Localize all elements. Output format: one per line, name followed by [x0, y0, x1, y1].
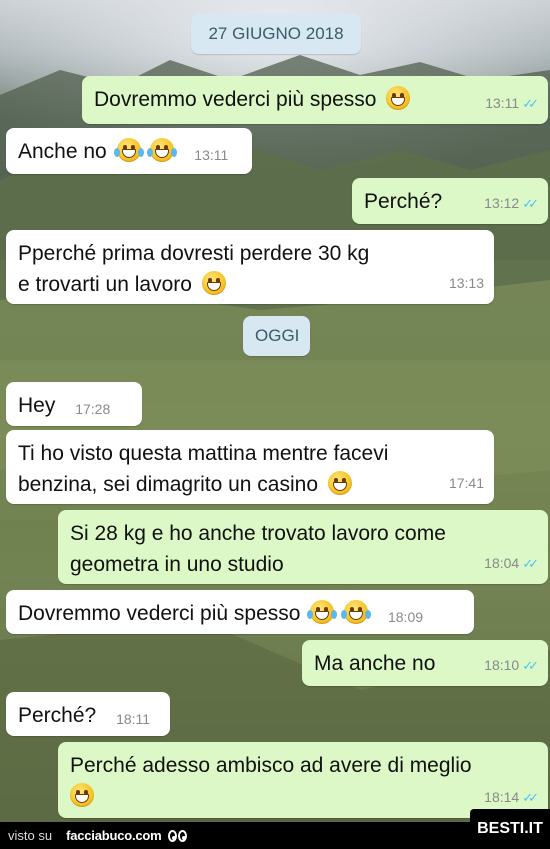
date-label: OGGI: [255, 326, 300, 345]
message-text: Dovremmo vederci più spesso: [18, 602, 301, 625]
tears-of-joy-emoji: [307, 600, 338, 624]
message-time: 18:09: [387, 609, 424, 625]
message-incoming[interactable]: Pperché prima dovresti perdere 30 kg e t…: [6, 230, 494, 304]
message-time: 13:11: [194, 147, 229, 163]
grinning-face-emoji: [386, 86, 411, 110]
grinning-face-emoji: [201, 271, 226, 295]
message-text: Ma anche no: [314, 652, 436, 675]
watermark-text: BESTI.IT: [477, 820, 543, 837]
message-meta: 18:11: [116, 704, 150, 735]
message-outgoing[interactable]: Perché adesso ambisco ad avere di meglio…: [58, 742, 548, 818]
message-incoming[interactable]: Dovremmo vederci più spesso 18:09: [6, 590, 474, 634]
message-text: Si 28 kg e ho anche trovato lavoro come …: [70, 522, 446, 576]
message-outgoing[interactable]: Perché? 13:12 ✓✓: [352, 178, 548, 224]
message-outgoing[interactable]: Dovremmo vederci più spesso 13:11 ✓✓: [82, 76, 548, 124]
message-incoming[interactable]: Hey 17:28: [6, 382, 142, 426]
date-separator: 27 GIUGNO 2018: [191, 14, 361, 54]
message-text: Perché adesso ambisco ad avere di meglio: [70, 754, 472, 777]
message-meta: 18:04 ✓✓: [484, 548, 539, 579]
double-check-icon: ✓✓: [522, 96, 539, 111]
visto-su-label: visto su: [8, 828, 53, 843]
message-time: 18:10: [484, 657, 520, 673]
message-text: Dovremmo vederci più spesso: [94, 88, 377, 111]
message-incoming[interactable]: Perché? 18:11: [6, 692, 170, 736]
tears-of-joy-emoji: [113, 138, 144, 162]
double-check-icon: ✓✓: [522, 556, 539, 571]
message-time: 13:13: [448, 275, 484, 291]
message-outgoing[interactable]: Si 28 kg e ho anche trovato lavoro come …: [58, 510, 548, 584]
date-label: 27 GIUGNO 2018: [208, 24, 344, 43]
tears-of-joy-emoji: [341, 600, 372, 624]
message-meta: 18:10 ✓✓: [484, 650, 539, 681]
eyes-logo-icon: [167, 829, 187, 842]
message-meta: 13:12 ✓✓: [484, 188, 539, 219]
message-time: 17:28: [75, 401, 111, 417]
message-outgoing[interactable]: Ma anche no 18:10 ✓✓: [302, 640, 548, 686]
message-meta: 17:28: [75, 394, 110, 425]
message-meta: 17:41: [449, 468, 484, 499]
message-time: 18:04: [484, 555, 520, 571]
watermark-badge: BESTI.IT: [470, 809, 550, 849]
message-incoming[interactable]: Anche no 13:11: [6, 128, 252, 174]
message-meta: 18:09: [388, 602, 423, 633]
chat-thread[interactable]: 27 GIUGNO 2018 Dovremmo vederci più spes…: [0, 0, 550, 849]
message-text: Perché?: [18, 704, 97, 727]
message-text: Perché?: [364, 190, 443, 213]
message-meta: 13:11: [194, 140, 228, 171]
grinning-face-emoji: [70, 783, 94, 807]
message-meta: 13:11 ✓✓: [485, 88, 539, 119]
message-time: 18:11: [116, 711, 151, 727]
tears-of-joy-emoji: [147, 138, 178, 162]
message-text: Pperché prima dovresti perdere 30 kg e t…: [18, 242, 370, 296]
message-text: Anche no: [18, 140, 107, 163]
double-check-icon: ✓✓: [522, 196, 539, 211]
grinning-face-emoji: [327, 471, 352, 495]
message-time: 13:12: [484, 195, 520, 211]
footer-bar: visto su facciabuco.com: [0, 822, 550, 849]
site-link[interactable]: facciabuco.com: [66, 828, 162, 843]
message-text: Hey: [18, 394, 56, 417]
date-separator: OGGI: [243, 316, 310, 356]
message-time: 13:11: [485, 95, 520, 111]
message-meta: 13:13: [449, 268, 484, 299]
message-time: 17:41: [448, 475, 484, 491]
double-check-icon: ✓✓: [522, 658, 539, 673]
message-incoming[interactable]: Ti ho visto questa mattina mentre facevi…: [6, 430, 494, 504]
